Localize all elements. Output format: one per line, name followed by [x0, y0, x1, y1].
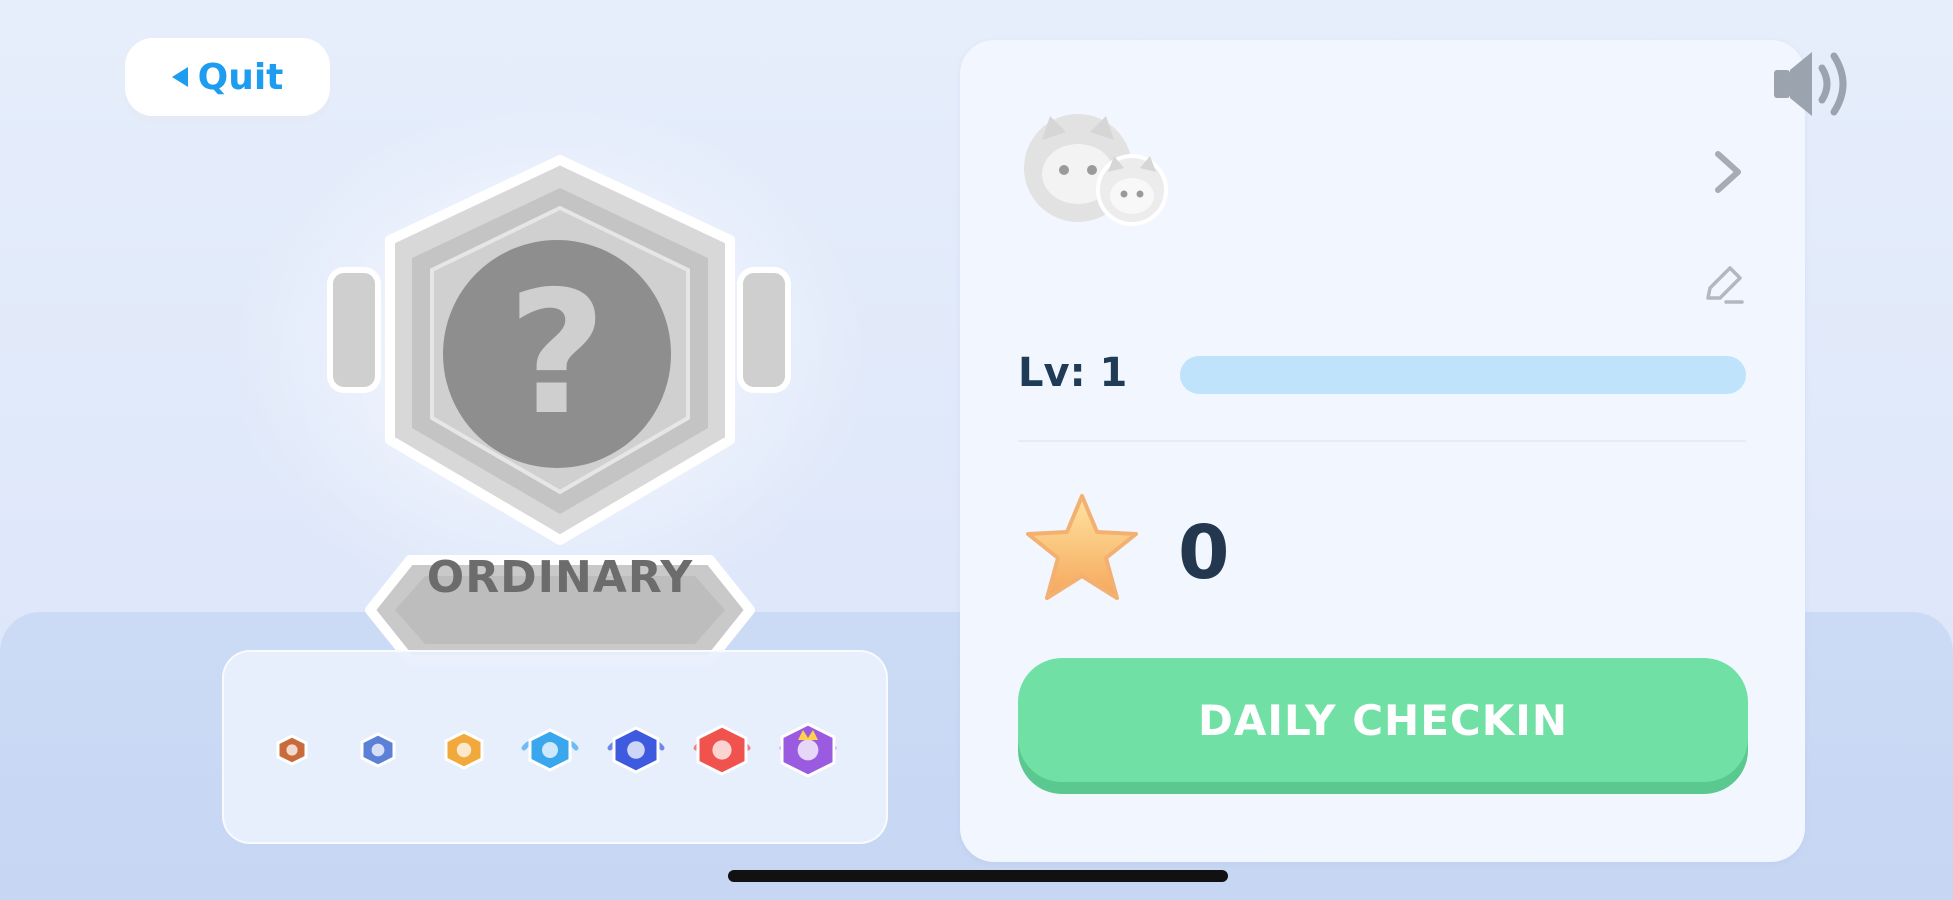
star-count: 0	[1178, 510, 1230, 596]
bronze-tier-icon	[260, 718, 324, 782]
daily-checkin-button[interactable]: DAILY CHECKIN	[1018, 658, 1748, 782]
divider	[1018, 440, 1746, 442]
back-arrow-icon	[171, 67, 188, 87]
daily-checkin-label: DAILY CHECKIN	[1197, 695, 1569, 745]
quit-label: Quit	[197, 56, 284, 98]
silver-tier-icon	[346, 718, 410, 782]
question-mark-badge-icon: ?	[327, 155, 791, 665]
master-tier-icon	[690, 718, 754, 782]
level-progress-bar	[1180, 356, 1746, 394]
tier-name: ORDINARY	[426, 552, 694, 603]
king-tier-icon	[776, 718, 840, 782]
star-icon	[1026, 494, 1138, 600]
svg-text:?: ?	[508, 255, 607, 453]
avatar-icon[interactable]	[1020, 110, 1170, 230]
rank-badge: ? ORDINARY	[300, 140, 820, 700]
gold-tier-icon	[432, 718, 496, 782]
quit-button[interactable]: Quit	[125, 38, 330, 116]
edit-pencil-icon[interactable]	[1700, 262, 1746, 308]
profile-card: Lv: 1 0 DAILY CHECKIN	[960, 40, 1805, 862]
tier-list	[260, 718, 840, 782]
tier-list-panel	[222, 650, 888, 844]
platinum-tier-icon	[518, 718, 582, 782]
chevron-right-icon[interactable]	[1710, 148, 1746, 196]
level-label: Lv: 1	[1018, 350, 1128, 396]
diamond-tier-icon	[604, 718, 668, 782]
home-indicator	[728, 870, 1228, 882]
speaker-icon[interactable]	[1770, 44, 1860, 124]
